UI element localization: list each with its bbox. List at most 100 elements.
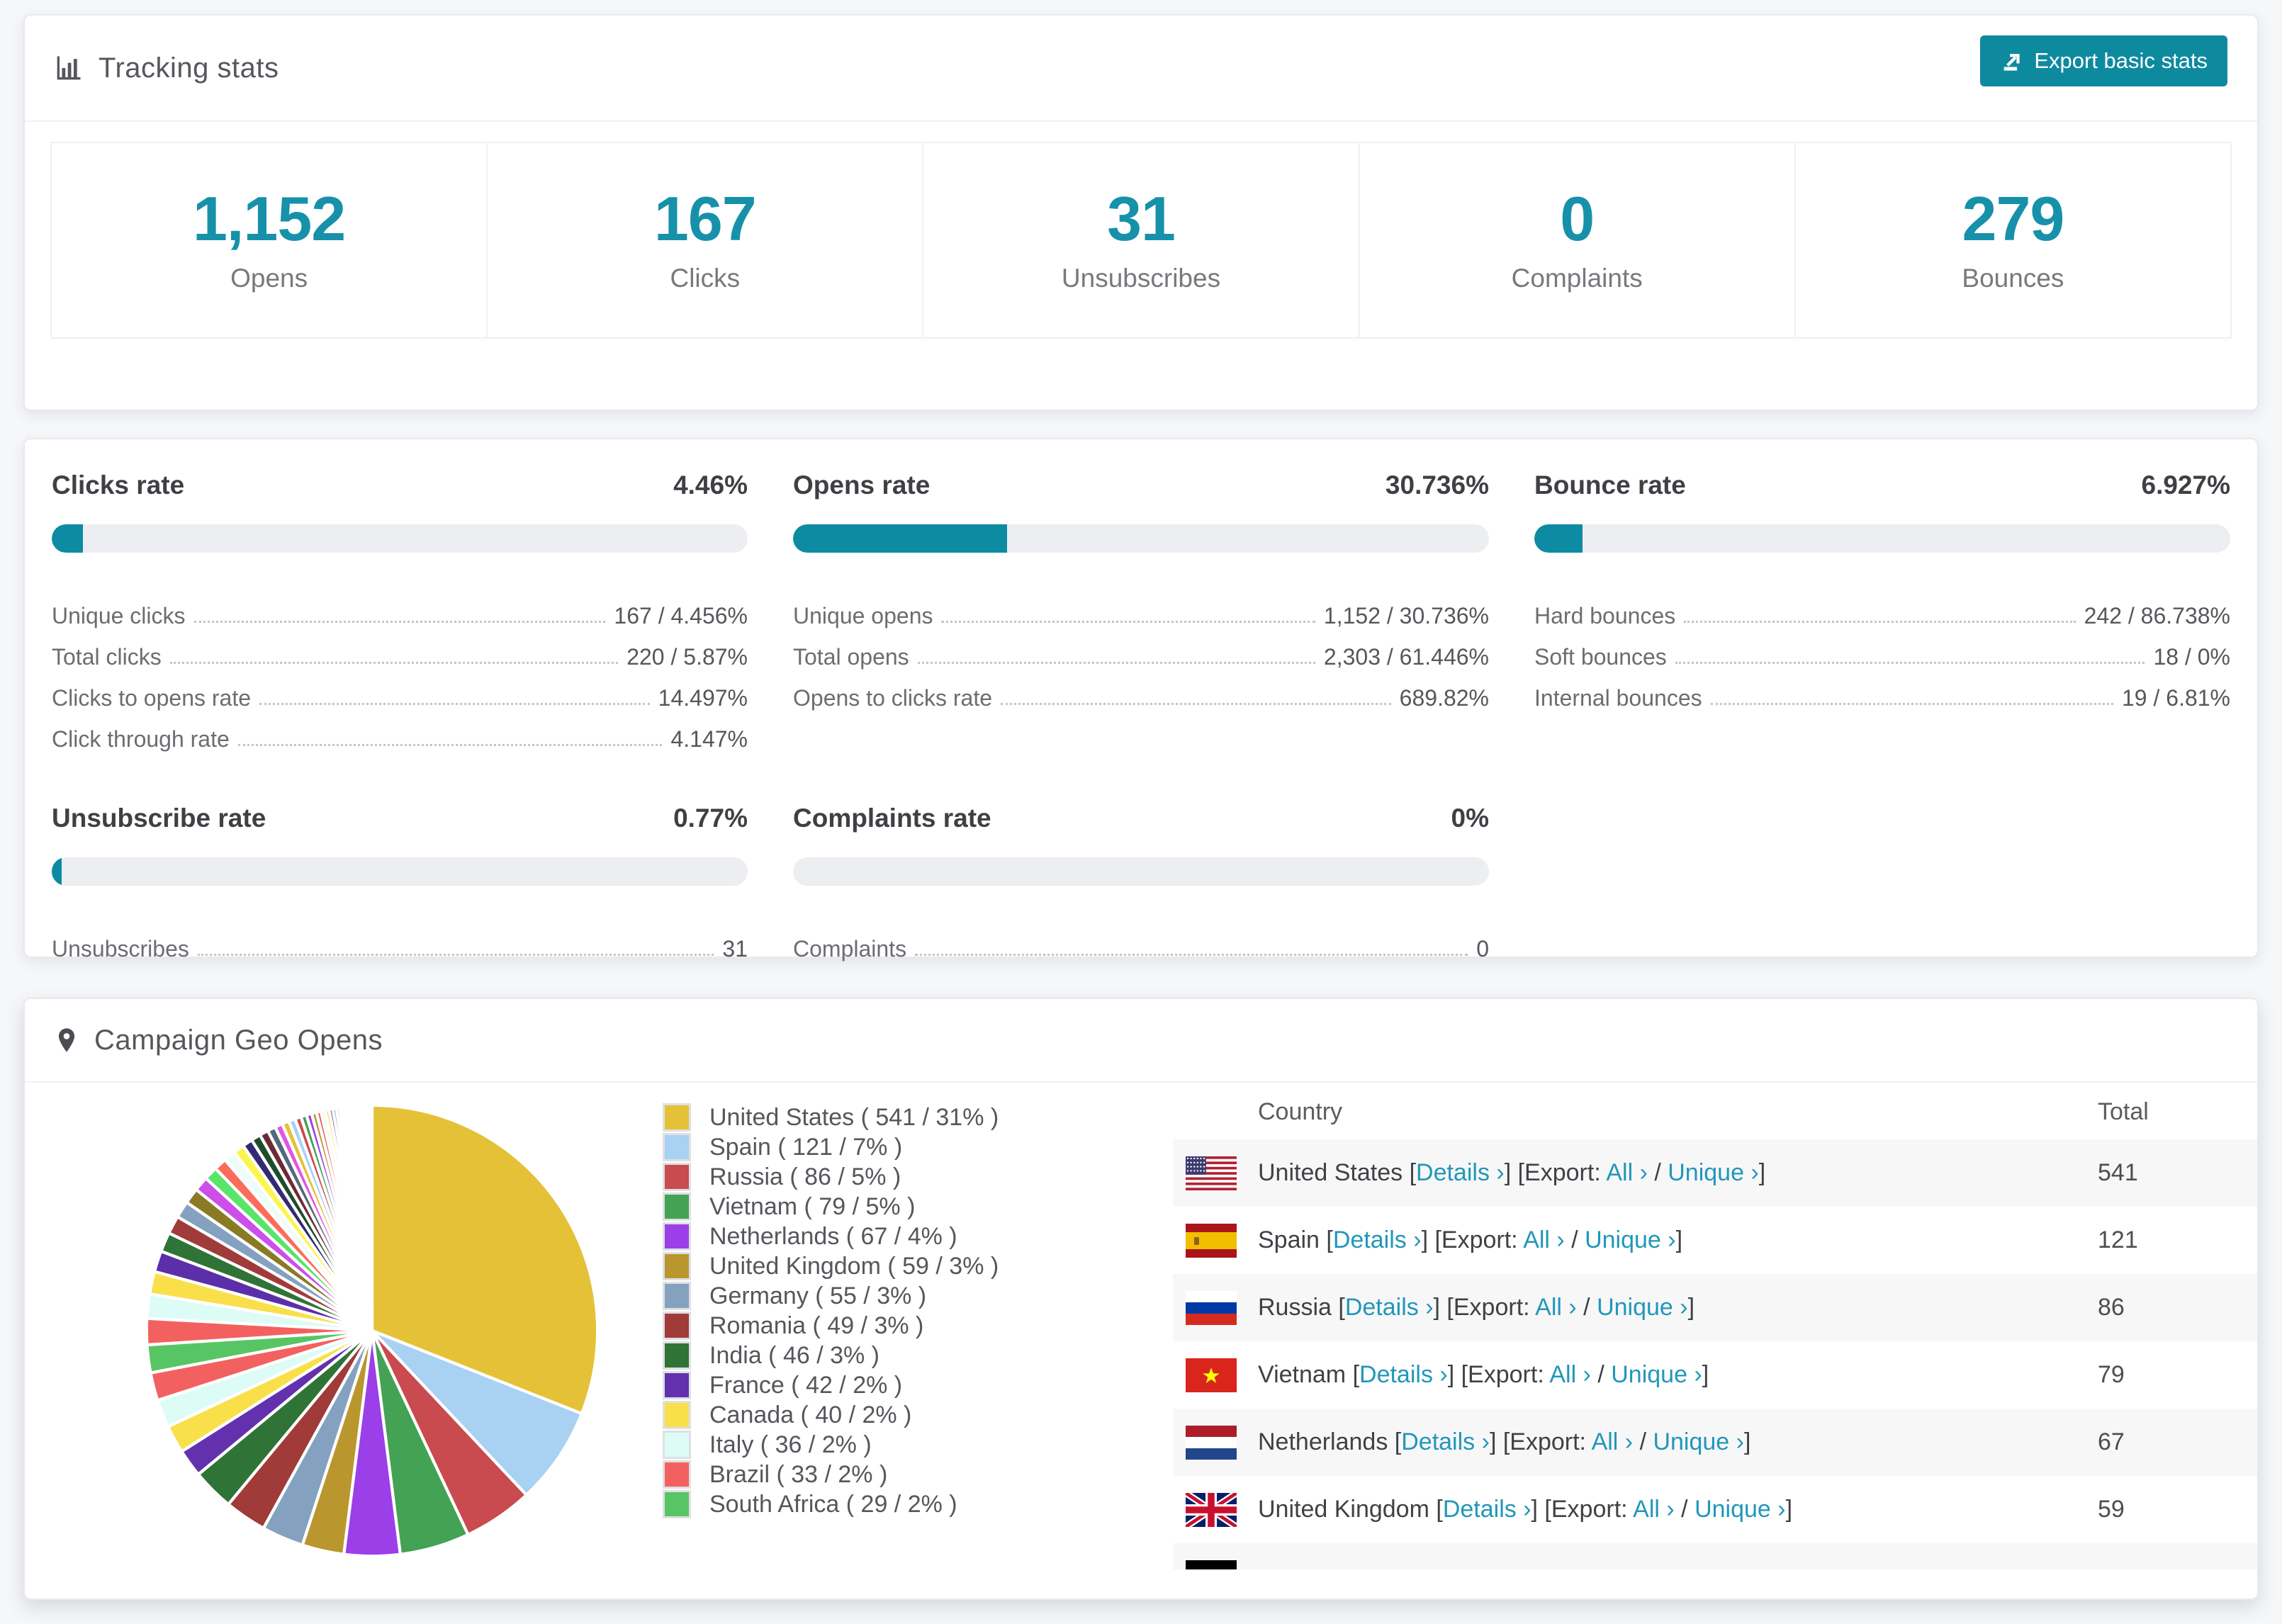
bracket: [ [1436, 1496, 1443, 1523]
details-link[interactable]: Details › [1359, 1361, 1448, 1388]
details-link[interactable]: Details › [1345, 1294, 1434, 1321]
rate-row-value: 4.147% [670, 726, 748, 752]
geo-flag-cell [1173, 1358, 1258, 1392]
bracket: ] [Export: [1504, 1159, 1607, 1186]
flag-gb-icon [1186, 1492, 1237, 1527]
slash: / [1576, 1294, 1597, 1321]
rate-title: Clicks rate [52, 470, 185, 500]
flag-nl-icon [1186, 1425, 1237, 1460]
progress-bar-fill [52, 857, 62, 886]
bracket: [ [1409, 1159, 1417, 1186]
legend-item-united-kingdom: United Kingdom ( 59 / 3% ) [663, 1251, 999, 1281]
slash: / [1647, 1159, 1668, 1186]
export-all-link[interactable]: All › [1592, 1428, 1634, 1455]
rate-detail-row: Complaints 0 [793, 921, 1489, 962]
legend-swatch [663, 1133, 691, 1161]
legend-item-india: India ( 46 / 3% ) [663, 1341, 999, 1370]
dotted-leader [169, 662, 619, 664]
legend-label: United Kingdom ( 59 / 3% ) [709, 1252, 999, 1280]
legend-label: Vietnam ( 79 / 5% ) [709, 1192, 916, 1220]
export-unique-link[interactable]: Unique › [1597, 1294, 1688, 1321]
geo-table-body: United States [Details ›] [Export: All ›… [1173, 1139, 2257, 1569]
legend-label: Netherlands ( 67 / 4% ) [709, 1222, 957, 1250]
flag-us-icon [1186, 1156, 1237, 1190]
rate-detail-row: Click through rate 4.147% [52, 711, 748, 752]
legend-swatch [663, 1103, 691, 1132]
legend-swatch [663, 1341, 691, 1370]
legend-label: Romania ( 49 / 3% ) [709, 1312, 924, 1339]
rate-panel-unsubscribe-rate: Unsubscribe rate 0.77% Unsubscribes 31 [52, 803, 748, 962]
legend-item-brazil: Brazil ( 33 / 2% ) [663, 1460, 999, 1489]
stat-label: Unsubscribes [1061, 264, 1221, 293]
rate-title: Bounce rate [1534, 470, 1686, 500]
bracket: [ [1326, 1227, 1333, 1253]
legend-swatch [663, 1312, 691, 1340]
legend-label: Brazil ( 33 / 2% ) [709, 1460, 888, 1488]
stat-cell-opens: 1,152 Opens [52, 143, 488, 337]
rate-detail-rows: Unique clicks 167 / 4.456% Total clicks 220… [52, 588, 748, 752]
details-link[interactable]: Details › [1333, 1227, 1422, 1253]
export-basic-stats-button[interactable]: Export basic stats [1980, 35, 2227, 86]
rate-detail-row: Internal bounces 19 / 6.81% [1534, 670, 2230, 711]
rate-detail-row: Unique clicks 167 / 4.456% [52, 588, 748, 629]
export-unique-link[interactable]: Unique › [1694, 1496, 1786, 1523]
geo-flag-cell [1173, 1290, 1258, 1325]
geo-table-row: United Kingdom [Details ›] [Export: All … [1173, 1476, 2257, 1543]
rate-value: 4.46% [673, 470, 748, 500]
legend-label: Russia ( 86 / 5% ) [709, 1163, 901, 1190]
progress-bar-track [52, 524, 748, 553]
geo-flag-cell [1173, 1425, 1258, 1460]
legend-swatch [663, 1460, 691, 1489]
stat-value: 1,152 [192, 184, 346, 254]
details-link[interactable]: Details › [1443, 1496, 1531, 1523]
campaign-geo-opens-card: Campaign Geo Opens United States ( 541 /… [23, 998, 2259, 1600]
export-all-link[interactable]: All › [1549, 1361, 1591, 1388]
dotted-leader [1001, 703, 1391, 705]
rate-title-row: Clicks rate 4.46% [52, 470, 748, 500]
geo-total-cell: 121 [2098, 1227, 2138, 1253]
geo-country-name: Netherlands [1258, 1428, 1395, 1455]
column-header-country: Country [1258, 1098, 1343, 1125]
legend-label: United States ( 541 / 31% ) [709, 1103, 999, 1131]
legend-swatch [663, 1252, 691, 1280]
dotted-leader [237, 744, 663, 746]
details-link[interactable]: Details › [1401, 1428, 1490, 1455]
export-unique-link[interactable]: Unique › [1653, 1428, 1744, 1455]
geo-total-cell: 67 [2098, 1428, 2125, 1455]
rate-row-value: 31 [722, 936, 748, 962]
rate-row-value: 1,152 / 30.736% [1323, 603, 1489, 628]
rates-row-2: Unsubscribe rate 0.77% Unsubscribes 31 Compl… [52, 803, 2230, 962]
legend-label: South Africa ( 29 / 2% ) [709, 1490, 957, 1518]
rate-title-row: Unsubscribe rate 0.77% [52, 803, 748, 833]
dotted-leader [1684, 621, 2076, 623]
flag-es-icon [1186, 1223, 1237, 1258]
rate-row-label: Opens to clicks rate [793, 685, 992, 711]
geo-country-cell: United Kingdom [Details ›] [Export: All … [1258, 1496, 2098, 1523]
rate-row-value: 242 / 86.738% [2084, 603, 2230, 628]
bracket: ] [1687, 1294, 1695, 1321]
rates-card: Clicks rate 4.46% Unique clicks 167 / 4.456… [23, 438, 2259, 962]
export-unique-link[interactable]: Unique › [1585, 1227, 1676, 1253]
export-unique-link[interactable]: Unique › [1611, 1361, 1702, 1388]
export-all-link[interactable]: All › [1535, 1294, 1577, 1321]
rate-row-label: Unsubscribes [52, 936, 189, 962]
rate-row-value: 0 [1476, 936, 1489, 962]
export-unique-link[interactable]: Unique › [1668, 1159, 1759, 1186]
rate-row-value: 2,303 / 61.446% [1323, 644, 1489, 670]
export-all-link[interactable]: All › [1523, 1227, 1565, 1253]
geo-total-cell: 79 [2098, 1361, 2125, 1388]
export-all-link[interactable]: All › [1633, 1496, 1675, 1523]
rate-panel-clicks-rate: Clicks rate 4.46% Unique clicks 167 / 4.456… [52, 470, 748, 752]
tracking-stats-card: Tracking stats Export basic stats 1,152 O… [23, 14, 2259, 411]
rate-row-label: Complaints [793, 936, 907, 962]
export-all-link[interactable]: All › [1606, 1159, 1648, 1186]
rate-row-label: Unique clicks [52, 603, 186, 628]
dotted-leader [197, 954, 714, 956]
geo-country-cell: Netherlands [Details ›] [Export: All › /… [1258, 1428, 2098, 1456]
rate-title-row: Complaints rate 0% [793, 803, 1489, 833]
stat-cell-bounces: 279 Bounces [1796, 143, 2230, 337]
details-link[interactable]: Details › [1416, 1159, 1505, 1186]
bracket: [ [1394, 1428, 1402, 1455]
rate-detail-rows: Complaints 0 [793, 921, 1489, 962]
legend-swatch [663, 1282, 691, 1310]
